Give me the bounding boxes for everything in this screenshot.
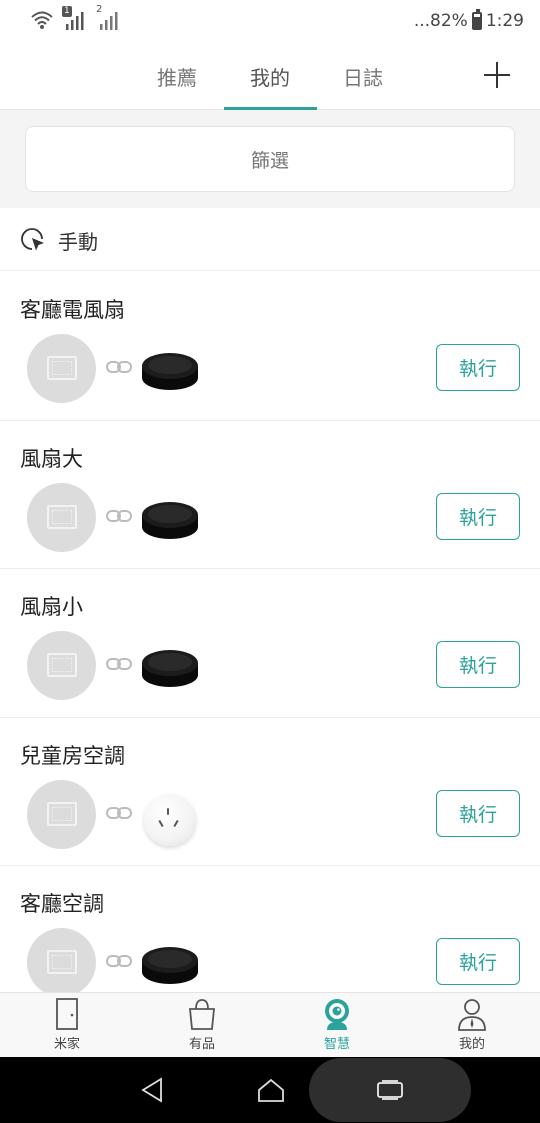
scene-title: 兒童房空調	[20, 743, 125, 768]
battery-icon	[471, 9, 482, 30]
run-button[interactable]: 執行	[436, 344, 520, 391]
camera-bot-icon	[325, 999, 349, 1030]
link-icon	[106, 658, 132, 670]
door-icon	[56, 998, 78, 1030]
person-icon	[458, 999, 486, 1031]
ir-hub-icon	[142, 947, 198, 984]
link-icon	[106, 509, 132, 522]
shopping-bag-icon	[189, 999, 215, 1030]
scene-title: 客廳空調	[20, 892, 104, 916]
nav-label: 我的	[458, 1037, 485, 1052]
smart-scenes-screen: 1 2 ...82% 1:29 推薦 我的 日誌 篩選 手動 客廳電風扇 執行 …	[0, 0, 540, 1123]
link-icon	[106, 361, 132, 373]
signal-sim1: 1	[62, 6, 88, 32]
scene-list: 客廳電風扇 執行 風扇大 執行 風扇小 執行 兒童房空調 執行 客廳空調 執行	[0, 272, 540, 992]
home-icon[interactable]	[256, 1077, 286, 1103]
recent-apps-icon[interactable]	[376, 1079, 404, 1101]
run-button[interactable]: 執行	[436, 938, 520, 985]
run-button[interactable]: 執行	[436, 492, 520, 540]
tv-icon	[27, 482, 96, 552]
signal-sim2: 2	[96, 4, 122, 32]
ir-hub-icon	[142, 353, 198, 390]
wifi-icon	[31, 11, 53, 29]
nav-label: 米家	[53, 1037, 80, 1052]
sim1-badge: 1	[62, 6, 72, 17]
section-title: 手動	[58, 230, 98, 254]
tab-recommended[interactable]: 推薦	[157, 62, 197, 91]
status-left: 1 2	[30, 4, 122, 32]
tv-icon	[27, 928, 96, 992]
scene-title: 風扇小	[20, 595, 83, 619]
nav-label: 智慧	[323, 1037, 350, 1052]
top-tabs: 推薦 我的 日誌	[0, 44, 540, 110]
tab-log[interactable]: 日誌	[343, 62, 383, 91]
scene-card[interactable]: 風扇大 執行	[0, 421, 540, 569]
scene-card[interactable]: 客廳空調 執行	[0, 866, 540, 992]
tab-mine[interactable]: 我的	[250, 62, 290, 91]
run-button[interactable]: 執行	[436, 789, 520, 837]
smart-plug-icon	[144, 793, 196, 846]
nav-shop[interactable]: 有品	[162, 997, 242, 1052]
battery-percent: ...82%	[413, 11, 468, 31]
system-nav-bar	[0, 1057, 540, 1123]
scene-card[interactable]: 兒童房空調 執行	[0, 718, 540, 866]
ir-hub-icon	[142, 650, 198, 687]
status-bar: 1 2 ...82% 1:29	[0, 0, 540, 44]
ir-hub-icon	[142, 501, 198, 539]
nav-profile[interactable]: 我的	[432, 997, 512, 1052]
scene-title: 風扇大	[20, 446, 83, 471]
filter-area: 篩選	[0, 110, 540, 208]
plus-icon[interactable]	[484, 62, 510, 88]
bottom-nav: 米家 有品 智慧 我的	[0, 992, 540, 1057]
link-icon	[106, 955, 132, 967]
tv-icon	[27, 334, 96, 403]
status-right: ...82% 1:29	[413, 9, 524, 31]
nav-home[interactable]: 米家	[27, 997, 107, 1052]
scene-title: 客廳電風扇	[20, 298, 125, 322]
scene-card[interactable]: 風扇小 執行	[0, 569, 540, 718]
scene-card[interactable]: 客廳電風扇 執行	[0, 272, 540, 421]
sim2-badge: 2	[96, 4, 103, 15]
tv-icon	[27, 631, 96, 700]
link-icon	[106, 806, 132, 819]
manual-section-header: 手動	[0, 208, 540, 271]
run-button[interactable]: 執行	[436, 641, 520, 688]
nav-smart[interactable]: 智慧	[297, 997, 377, 1052]
filter-button[interactable]: 篩選	[25, 126, 515, 192]
cursor-click-icon	[21, 228, 44, 251]
tv-icon	[27, 779, 96, 849]
clock: 1:29	[485, 11, 524, 31]
nav-label: 有品	[188, 1037, 215, 1052]
back-icon[interactable]	[140, 1077, 164, 1103]
